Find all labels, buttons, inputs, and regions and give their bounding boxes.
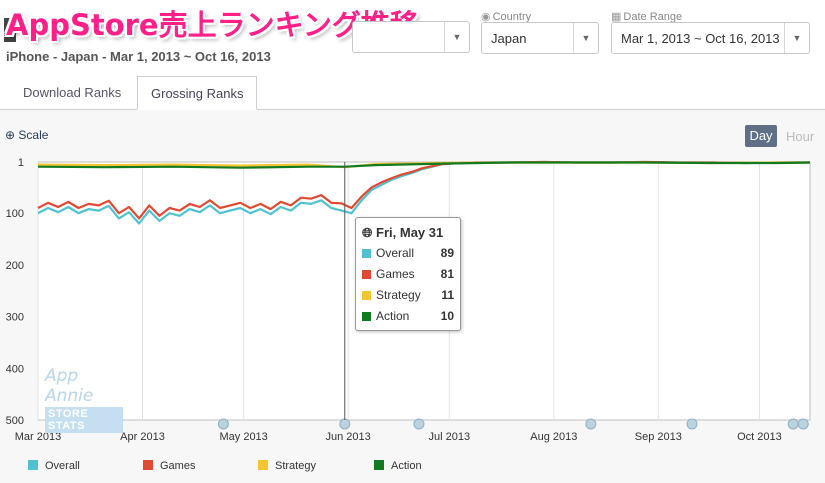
- tooltip-swatch: [362, 249, 371, 258]
- legend-label: Overall: [45, 460, 80, 472]
- watermark-line2: STORE STATS: [45, 407, 123, 433]
- tooltip-series-value: 11: [441, 288, 454, 302]
- legend-item-games[interactable]: Games: [143, 460, 195, 472]
- scale-label: Scale: [18, 128, 49, 142]
- tooltip-row: Action 10: [362, 309, 458, 325]
- tooltip-series-name: Games: [376, 267, 415, 281]
- page-subtitle: iPhone - Japan - Mar 1, 2013 ~ Oct 16, 2…: [6, 49, 271, 64]
- tooltip-swatch: [362, 270, 371, 279]
- tooltip-series-name: Overall: [376, 246, 415, 260]
- y-tick-label: 200: [6, 260, 24, 272]
- x-tick-label: Jul 2013: [428, 431, 470, 443]
- tooltip-series-name: Action: [376, 309, 410, 323]
- legend-label: Strategy: [275, 460, 316, 472]
- note-marker-icon: [797, 418, 809, 430]
- tooltip-row: Games 81: [362, 267, 458, 283]
- tooltip-series-value: 89: [440, 246, 454, 260]
- tooltip-row: Strategy 11: [362, 288, 458, 304]
- tooltip-date: Fri, May 31: [376, 225, 444, 240]
- chart-tooltip: 🌐︎ Fri, May 31 Overall 89 Games 81 Strat…: [355, 217, 461, 331]
- x-tick-label: Apr 2013: [120, 431, 165, 443]
- note-marker-icon: [339, 418, 351, 430]
- legend-label: Action: [391, 460, 422, 472]
- tooltip-swatch: [362, 291, 371, 300]
- y-tick-label: 500: [6, 415, 24, 427]
- device-select[interactable]: ▼: [352, 21, 470, 53]
- x-tick-label: Sep 2013: [635, 431, 682, 443]
- date-range-value: Mar 1, 2013 ~ Oct 16, 2013: [621, 31, 780, 46]
- tooltip-series-name: Strategy: [376, 288, 421, 302]
- globe-icon: 🌐︎: [362, 225, 373, 240]
- watermark-logo: App Annie STORE STATS: [45, 366, 125, 433]
- day-toggle-button[interactable]: Day: [745, 125, 777, 147]
- legend-swatch: [374, 460, 384, 470]
- zoom-icon: ⊕: [5, 128, 16, 142]
- y-tick-label: 100: [6, 208, 24, 220]
- legend-label: Games: [160, 460, 196, 472]
- tooltip-swatch: [362, 312, 371, 321]
- chevron-down-icon: ▼: [444, 22, 469, 52]
- tab-grossing-ranks[interactable]: Grossing Ranks: [137, 76, 258, 110]
- x-tick-label: Jun 2013: [326, 431, 371, 443]
- date-range-select[interactable]: Mar 1, 2013 ~ Oct 16, 2013 ▼: [611, 22, 810, 54]
- tooltip-series-value: 81: [440, 267, 454, 281]
- legend-item-overall[interactable]: Overall: [28, 460, 80, 472]
- chevron-down-icon: ▼: [573, 23, 598, 53]
- tooltip-header: 🌐︎ Fri, May 31: [362, 225, 443, 241]
- tooltip-series-value: 10: [440, 309, 454, 323]
- rank-tabs: Download Ranks Grossing Ranks: [0, 76, 825, 110]
- note-marker-icon: [413, 418, 425, 430]
- note-marker-icon: [787, 418, 799, 430]
- scale-button[interactable]: ⊕ Scale: [5, 128, 48, 142]
- y-tick-label: 1: [18, 157, 24, 169]
- x-tick-label: Oct 2013: [737, 431, 782, 443]
- y-tick-label: 400: [6, 363, 24, 375]
- chevron-down-icon: ▼: [784, 23, 809, 53]
- note-marker-icon: [686, 418, 698, 430]
- note-marker-icon: [217, 418, 229, 430]
- note-marker-icon: [585, 418, 597, 430]
- x-tick-label: May 2013: [219, 431, 267, 443]
- hour-toggle-button[interactable]: Hour: [786, 129, 814, 144]
- country-value: Japan: [491, 31, 527, 46]
- legend-swatch: [28, 460, 38, 470]
- tooltip-row: Overall 89: [362, 246, 458, 262]
- legend-item-action[interactable]: Action: [374, 460, 422, 472]
- legend-swatch: [143, 460, 153, 470]
- y-tick-label: 300: [6, 312, 24, 324]
- legend-swatch: [258, 460, 268, 470]
- country-select[interactable]: Japan ▼: [481, 22, 599, 54]
- watermark-line1: App Annie: [45, 366, 94, 406]
- legend-item-strategy[interactable]: Strategy: [258, 460, 316, 472]
- x-tick-label: Aug 2013: [530, 431, 577, 443]
- tab-download-ranks[interactable]: Download Ranks: [10, 76, 134, 109]
